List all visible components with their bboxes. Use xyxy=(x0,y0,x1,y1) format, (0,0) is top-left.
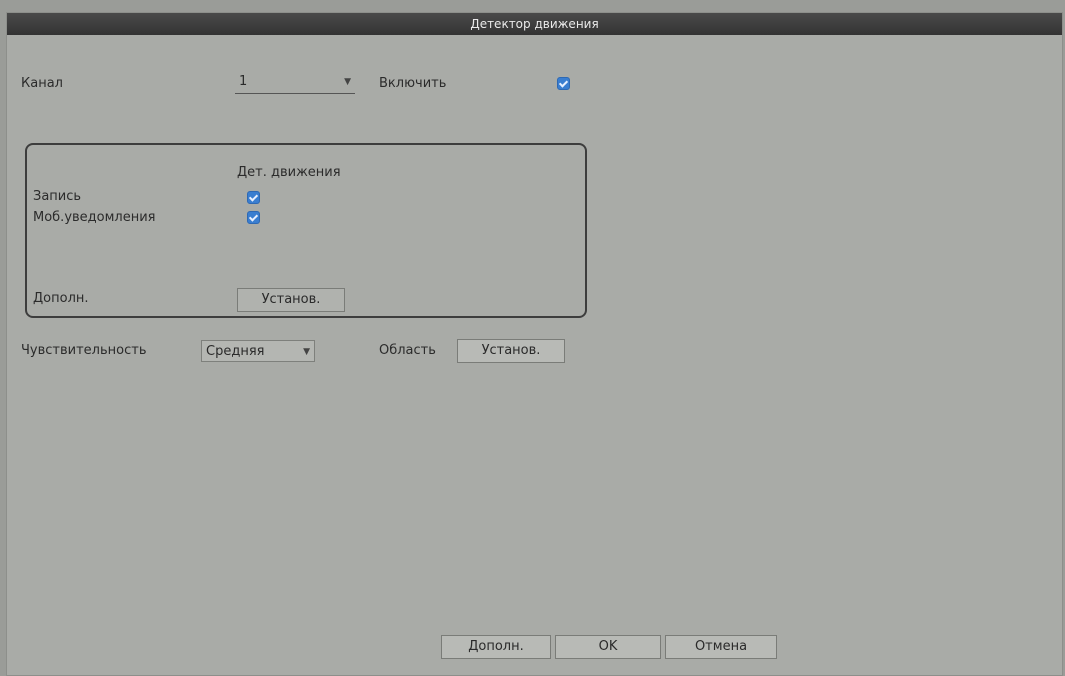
enable-label: Включить xyxy=(379,76,447,91)
record-label: Запись xyxy=(33,189,82,204)
ok-button[interactable]: OK xyxy=(555,635,661,659)
extra-label: Дополн. xyxy=(33,291,89,306)
area-label: Область xyxy=(379,343,436,358)
enable-checkbox[interactable] xyxy=(557,77,570,90)
window-title: Детектор движения xyxy=(7,13,1062,35)
mobile-notify-checkbox[interactable] xyxy=(247,211,260,224)
sensitivity-label: Чувствительность xyxy=(21,343,147,358)
chevron-down-icon: ▼ xyxy=(344,77,351,87)
mobile-notify-label: Моб.уведомления xyxy=(33,210,156,225)
channel-label: Канал xyxy=(21,76,63,91)
cancel-button[interactable]: Отмена xyxy=(665,635,777,659)
channel-value: 1 xyxy=(239,74,248,89)
sensitivity-value: Средняя xyxy=(206,344,265,359)
sensitivity-select[interactable]: Средняя ▼ xyxy=(201,340,315,362)
motion-detector-window: Детектор движения Канал 1 ▼ Включить Дет… xyxy=(6,12,1063,676)
extra-setup-button[interactable]: Установ. xyxy=(237,288,345,312)
advanced-button[interactable]: Дополн. xyxy=(441,635,551,659)
area-setup-button[interactable]: Установ. xyxy=(457,339,565,363)
motion-group-box: Дет. движения Запись Моб.уведомления Доп… xyxy=(25,143,587,318)
group-header: Дет. движения xyxy=(237,165,341,180)
channel-select[interactable]: 1 ▼ xyxy=(235,71,355,94)
chevron-down-icon: ▼ xyxy=(303,347,310,357)
record-checkbox[interactable] xyxy=(247,191,260,204)
